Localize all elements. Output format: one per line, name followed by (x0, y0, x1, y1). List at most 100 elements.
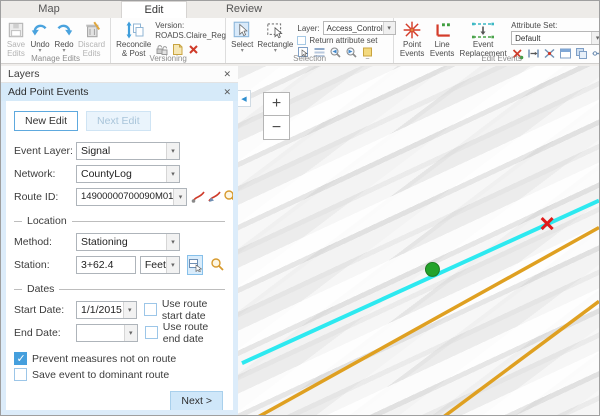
group-edit-events: Point Events Line Events (394, 18, 600, 63)
version-label: Version: (155, 21, 226, 30)
select-route-from-selection-icon[interactable] (207, 187, 222, 207)
event-replacement-button[interactable]: Event Replacement (457, 20, 509, 58)
tab-map[interactable]: Map (17, 1, 81, 18)
rectangle-dropdown-caret[interactable]: ▾ (274, 49, 277, 53)
station-unit-combobox[interactable]: Feet (140, 256, 180, 274)
trash-icon (82, 20, 102, 40)
map-view[interactable]: ◀ + − (238, 66, 599, 415)
undo-dropdown-caret[interactable]: ▾ (38, 49, 41, 53)
start-date-label: Start Date: (14, 304, 76, 316)
panel-title: Add Point Events (8, 86, 89, 98)
save-to-dominant-route-checkbox[interactable] (14, 368, 27, 381)
redo-dropdown-caret[interactable]: ▾ (62, 49, 65, 53)
layer-label: Layer: (297, 24, 319, 33)
attribute-set-combobox[interactable]: Default (511, 31, 600, 45)
use-route-end-date-checkbox[interactable] (145, 326, 158, 339)
point-events-button[interactable]: Point Events (397, 20, 427, 58)
start-date-dropdown-arrow[interactable] (123, 302, 136, 318)
network-dropdown-arrow[interactable] (166, 166, 179, 182)
panel-close-icon[interactable] (223, 86, 231, 98)
zoom-to-station-icon[interactable] (209, 255, 225, 275)
group-versioning: Reconcile & Post Version: ROADS.Claire_R… (111, 18, 226, 63)
road-line-1[interactable] (258, 228, 599, 415)
prevent-measures-label: Prevent measures not on route (32, 353, 176, 365)
app-window: Map Edit Review Save Edits Undo ▾ (0, 0, 600, 416)
group-label-versioning: Versioning (111, 54, 225, 63)
panel-collapse-button[interactable]: ◀ (238, 90, 251, 107)
next-button[interactable]: Next > (170, 391, 223, 411)
reconcile-icon (124, 20, 144, 40)
group-selection: Select ▾ Rectangle ▾ Layer: Access_Contr… (226, 18, 394, 63)
method-combobox[interactable]: Stationing (76, 233, 180, 251)
end-date-picker[interactable] (76, 324, 138, 342)
select-dropdown-caret[interactable]: ▾ (241, 49, 244, 53)
new-edit-button[interactable]: New Edit (14, 111, 78, 131)
next-edit-button[interactable]: Next Edit (86, 111, 151, 131)
save-to-dominant-route-label: Save event to dominant route (32, 369, 169, 381)
select-button[interactable]: Select ▾ (229, 20, 255, 53)
zoom-to-route-icon[interactable]: ▾ (223, 187, 238, 207)
panel-title-bar[interactable]: Add Point Events (1, 83, 238, 101)
layer-dropdown-arrow[interactable] (383, 22, 395, 34)
group-label-manage-edits: Manage Edits (1, 54, 110, 63)
discard-edits-button[interactable]: Discard Edits (76, 20, 107, 58)
undo-button[interactable]: Undo ▾ (28, 20, 52, 53)
line-events-button[interactable]: Line Events (427, 20, 457, 58)
ribbon: Save Edits Undo ▾ Redo ▾ (1, 18, 599, 64)
map-features-layer[interactable] (238, 66, 599, 415)
line-events-icon (432, 20, 452, 40)
attribute-set-label: Attribute Set: (511, 21, 600, 30)
use-route-start-date-checkbox[interactable] (144, 303, 157, 316)
prevent-measures-checkbox[interactable] (14, 352, 27, 365)
layers-close-icon[interactable] (223, 68, 231, 80)
route-id-combobox[interactable]: 14900000700090M01 (76, 188, 187, 206)
panel-body: New Edit Next Edit Event Layer: Signal N… (1, 101, 238, 415)
station-label: Station: (14, 259, 76, 271)
zoom-out-button[interactable]: − (263, 116, 290, 140)
end-date-dropdown-arrow[interactable] (124, 325, 137, 341)
return-attribute-set-checkbox[interactable] (297, 36, 306, 45)
rectangle-select-icon (265, 20, 285, 40)
redo-icon (54, 20, 74, 40)
undo-icon (30, 20, 50, 40)
select-tool-icon (232, 20, 252, 40)
collapse-arrow-icon: ◀ (241, 95, 246, 103)
station-input[interactable]: 3+62.4 (76, 256, 136, 274)
network-combobox[interactable]: CountyLog (76, 165, 180, 183)
event-layer-label: Event Layer: (14, 145, 76, 157)
event-layer-combobox[interactable]: Signal (76, 142, 180, 160)
select-route-on-map-icon[interactable] (191, 187, 206, 207)
rectangle-select-button[interactable]: Rectangle ▾ (255, 20, 295, 53)
reconcile-post-button[interactable]: Reconcile & Post (114, 20, 153, 58)
end-date-label: End Date: (14, 327, 76, 339)
added-point-event-marker[interactable] (425, 262, 439, 276)
route-id-label: Route ID: (14, 191, 76, 203)
add-point-events-panel: Layers Add Point Events New Edit Next Ed… (1, 66, 238, 415)
layer-combobox[interactable]: Access_Control (323, 21, 396, 35)
point-events-icon (402, 20, 422, 40)
start-date-picker[interactable]: 1/1/2015 (76, 301, 137, 319)
ribbon-tab-bar: Map Edit Review (1, 1, 599, 18)
save-edits-button[interactable]: Save Edits (4, 20, 28, 58)
event-replacement-icon (470, 20, 496, 40)
method-dropdown-arrow[interactable] (166, 234, 179, 250)
group-manage-edits: Save Edits Undo ▾ Redo ▾ (1, 18, 111, 63)
layers-pane-header[interactable]: Layers (1, 66, 238, 83)
use-route-start-date-label: Use route start date (162, 298, 225, 322)
attribute-set-dropdown-arrow[interactable] (591, 32, 600, 44)
network-label: Network: (14, 168, 76, 180)
location-section-header: Location (14, 215, 225, 227)
zoom-in-button[interactable]: + (263, 92, 290, 116)
redo-button[interactable]: Redo ▾ (52, 20, 76, 53)
event-layer-dropdown-arrow[interactable] (166, 143, 179, 159)
group-label-selection: Selection (226, 54, 393, 63)
version-value: ROADS.Claire_Reg (155, 31, 226, 40)
save-icon (6, 20, 26, 40)
pick-station-on-map-icon[interactable] (187, 255, 203, 275)
route-id-dropdown-arrow[interactable] (173, 189, 186, 205)
tab-review[interactable]: Review (211, 1, 277, 18)
station-unit-dropdown-arrow[interactable] (166, 257, 179, 273)
return-attribute-set-label: Return attribute set (309, 36, 377, 45)
tab-edit[interactable]: Edit (121, 1, 187, 18)
road-line-2[interactable] (443, 301, 599, 415)
